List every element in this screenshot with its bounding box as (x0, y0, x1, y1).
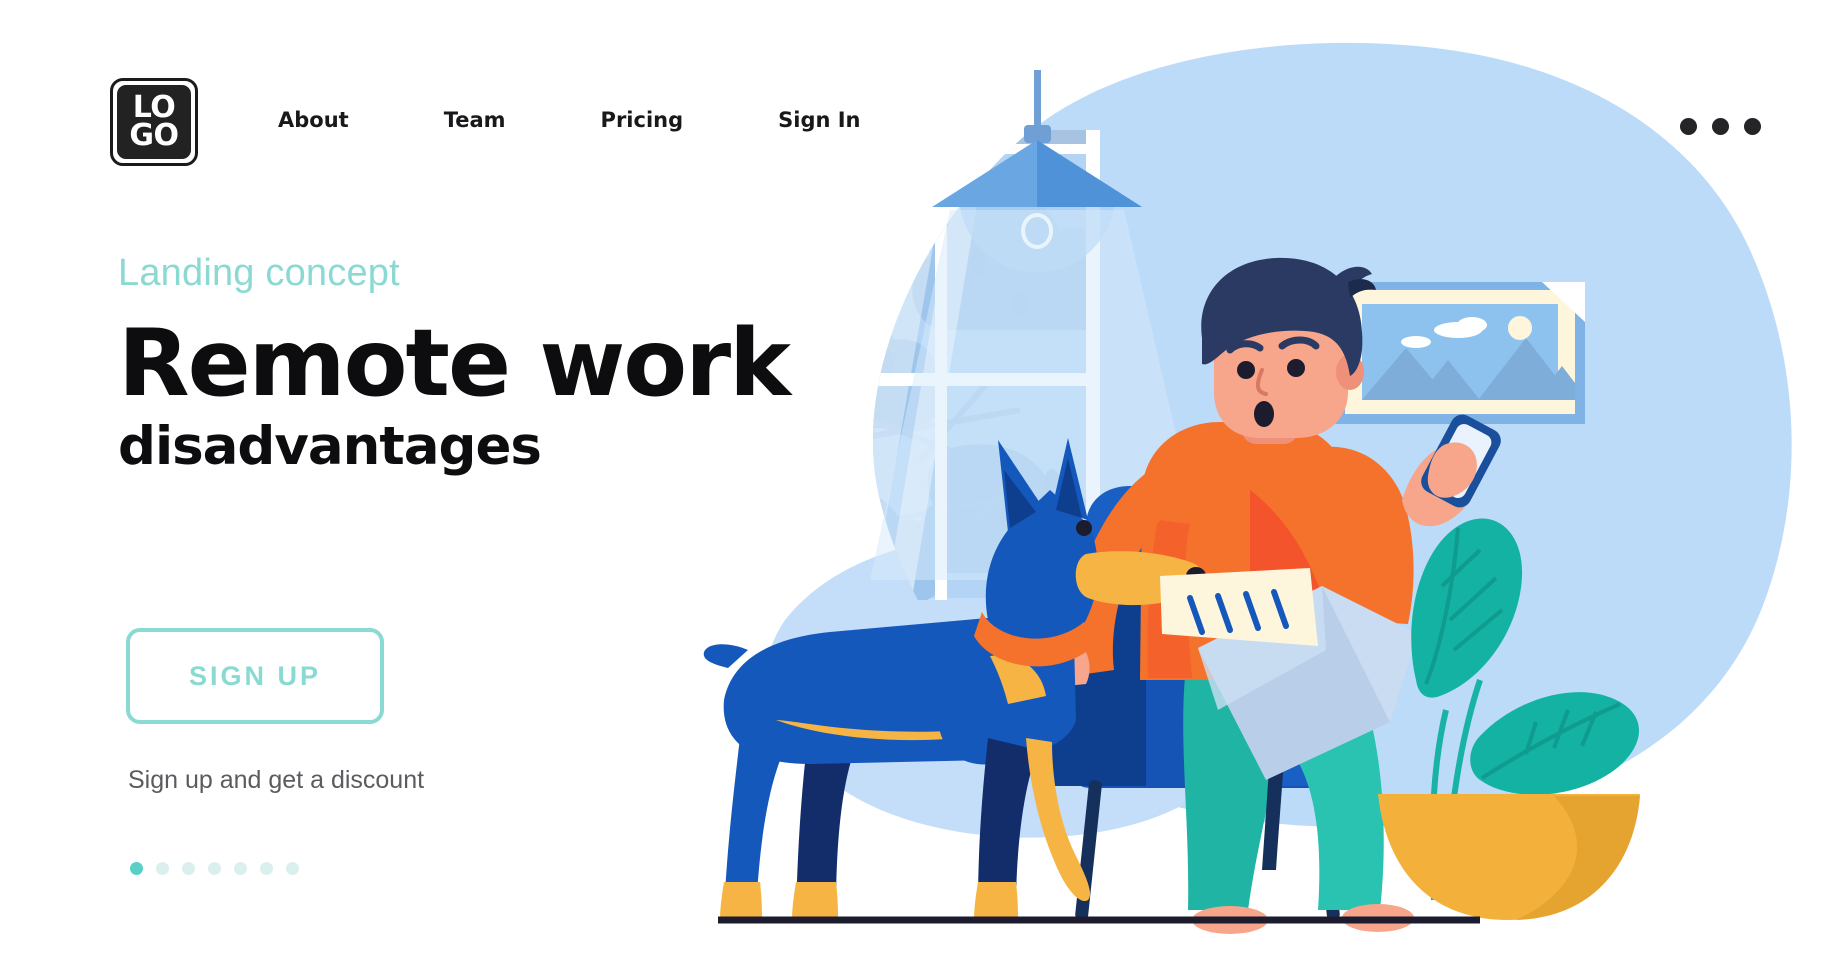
landing-page: LO GO About Team Pricing Sign In Landing… (0, 0, 1837, 980)
carousel-dot[interactable] (156, 862, 169, 875)
carousel-dot[interactable] (130, 862, 143, 875)
paper-document (1160, 568, 1318, 646)
carousel-dot[interactable] (234, 862, 247, 875)
carousel-dot[interactable] (182, 862, 195, 875)
framed-mountain-picture (1335, 282, 1585, 424)
sign-up-note: Sign up and get a discount (128, 766, 425, 794)
logo-inner: LO GO (117, 85, 191, 159)
carousel-dot[interactable] (260, 862, 273, 875)
hero-illustration (690, 20, 1837, 960)
sign-up-button[interactable]: SIGN UP (126, 628, 384, 724)
carousel-dot[interactable] (208, 862, 221, 875)
carousel-indicator (130, 862, 299, 875)
nav-item-pricing[interactable]: Pricing (601, 108, 684, 132)
logo-line-2: GO (129, 118, 179, 153)
carousel-dot[interactable] (286, 862, 299, 875)
logo[interactable]: LO GO (110, 78, 198, 166)
nav-item-about[interactable]: About (278, 108, 349, 132)
nav-item-team[interactable]: Team (444, 108, 506, 132)
